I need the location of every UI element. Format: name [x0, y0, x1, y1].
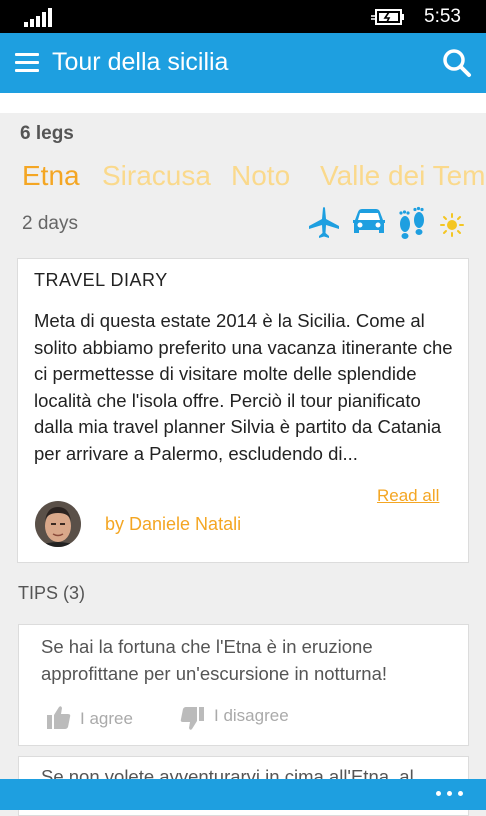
battery-charging-icon [371, 9, 404, 25]
car-icon [353, 209, 385, 233]
diary-author[interactable]: by Daniele Natali [105, 514, 241, 535]
page-title: Tour della sicilia [52, 48, 229, 76]
app-bar: Tour della sicilia [0, 33, 486, 93]
disagree-button[interactable]: I disagree [214, 706, 289, 726]
tips-header: TIPS (3) [18, 583, 86, 603]
thumbs-up-icon[interactable] [46, 704, 72, 732]
footprints-icon [399, 206, 424, 239]
read-all-link[interactable]: Read all [377, 486, 439, 506]
more-options-icon[interactable] [434, 783, 466, 803]
plane-icon [309, 207, 339, 238]
tab-noto[interactable]: Noto [231, 160, 290, 192]
tab-etna[interactable]: Etna [22, 160, 80, 192]
tab-siracusa[interactable]: Siracusa [102, 160, 211, 192]
travel-diary-card: TRAVEL DIARY Meta di questa estate 2014 … [17, 258, 469, 563]
bottom-app-bar [0, 779, 486, 810]
diary-title: TRAVEL DIARY [34, 270, 168, 290]
signal-strength-icon [24, 8, 52, 27]
menu-icon[interactable] [15, 53, 39, 73]
tab-valle-dei-templi[interactable]: Valle dei Templi [320, 160, 486, 192]
tip-text: Se hai la fortuna che l'Etna è in eruzio… [41, 636, 388, 684]
tip-card: Se hai la fortuna che l'Etna è in eruzio… [18, 624, 469, 746]
leg-tabs: Etna Siracusa Noto Valle dei Templi [0, 160, 486, 200]
search-icon[interactable] [441, 47, 473, 79]
agree-button[interactable]: I agree [80, 709, 133, 729]
clock: 5:53 [424, 6, 461, 27]
sun-icon [440, 213, 464, 237]
diary-excerpt: Meta di questa estate 2014 è la Sicilia.… [34, 310, 453, 464]
legs-count: 6 legs [20, 123, 74, 144]
header-strip [0, 93, 486, 113]
avatar [35, 501, 81, 547]
leg-duration: 2 days [22, 213, 78, 234]
thumbs-down-icon[interactable] [179, 704, 205, 732]
status-bar: 5:53 [0, 0, 486, 33]
